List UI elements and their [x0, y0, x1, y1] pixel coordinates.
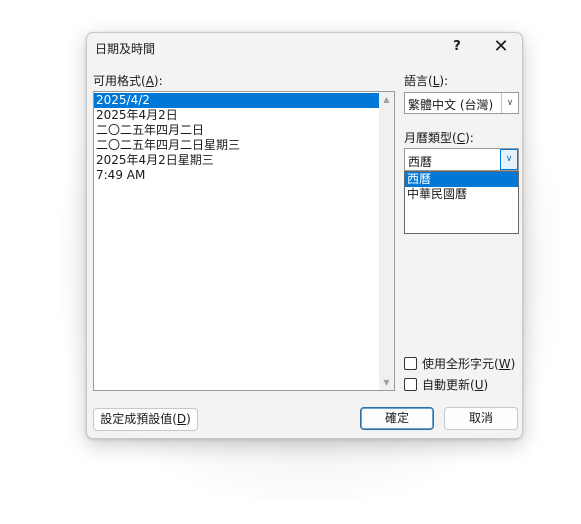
language-label: 語言(L):: [404, 74, 449, 88]
calendar-select[interactable]: 西曆 ∨: [404, 148, 519, 171]
chevron-down-icon[interactable]: ∨: [500, 149, 518, 170]
language-value: 繁體中文 (台灣): [408, 98, 494, 112]
format-item[interactable]: 2025年4月2日星期三: [94, 153, 379, 168]
full-width-checkbox[interactable]: [404, 356, 417, 370]
auto-update-option[interactable]: 自動更新(U): [404, 376, 488, 392]
date-time-dialog: 日期及時間 ? ✕ 可用格式(A): 2025/4/2 2025年4月2日 二〇…: [86, 32, 523, 439]
auto-update-checkbox[interactable]: [404, 377, 417, 391]
close-button[interactable]: ✕: [491, 37, 511, 57]
chevron-down-icon[interactable]: ∨: [501, 93, 518, 113]
calendar-option[interactable]: 西曆: [405, 172, 518, 187]
format-item[interactable]: 二〇二五年四月二日: [94, 123, 379, 138]
formats-items: 2025/4/2 2025年4月2日 二〇二五年四月二日 二〇二五年四月二日星期…: [94, 93, 379, 183]
calendar-label: 月曆類型(C):: [404, 131, 474, 145]
ok-button[interactable]: 確定: [360, 407, 434, 430]
full-width-option[interactable]: 使用全形字元(W): [404, 355, 515, 371]
help-button[interactable]: ?: [449, 37, 465, 57]
dialog-title: 日期及時間: [95, 42, 156, 56]
calendar-dropdown-list[interactable]: 西曆 中華民國曆: [404, 171, 519, 234]
formats-scrollbar[interactable]: ▲ ▼: [379, 92, 394, 390]
full-width-label: 使用全形字元(W): [422, 356, 516, 371]
formats-label: 可用格式(A):: [93, 74, 163, 88]
calendar-option[interactable]: 中華民國曆: [405, 187, 518, 202]
format-item[interactable]: 2025年4月2日: [94, 108, 379, 123]
title-bar: 日期及時間 ? ✕: [87, 33, 522, 63]
scroll-down-icon[interactable]: ▼: [379, 375, 394, 390]
set-default-button[interactable]: 設定成預設值(D): [93, 408, 198, 431]
format-item[interactable]: 2025/4/2: [94, 93, 379, 108]
formats-listbox[interactable]: 2025/4/2 2025年4月2日 二〇二五年四月二日 二〇二五年四月二日星期…: [93, 91, 395, 391]
scroll-up-icon[interactable]: ▲: [379, 92, 394, 107]
calendar-value: 西曆: [408, 155, 433, 169]
auto-update-label: 自動更新(U): [422, 377, 489, 392]
cancel-button[interactable]: 取消: [444, 407, 518, 430]
language-select[interactable]: 繁體中文 (台灣) ∨: [404, 92, 519, 114]
format-item[interactable]: 二〇二五年四月二日星期三: [94, 138, 379, 153]
format-item[interactable]: 7:49 AM: [94, 168, 379, 183]
